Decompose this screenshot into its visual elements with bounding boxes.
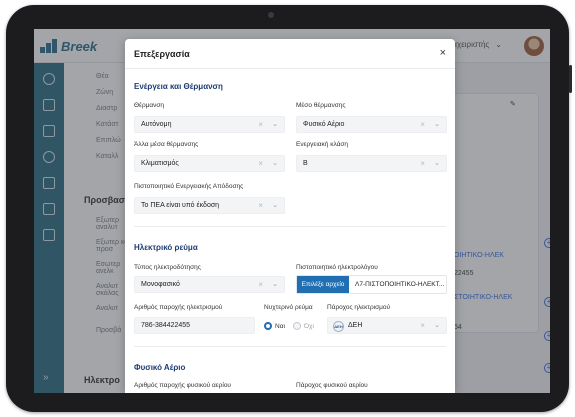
choose-file-button[interactable]: Επιλέξε αρχείο [297,276,349,293]
side-button [569,65,572,93]
supply-type-select[interactable]: Μονοφασικό × ⌄ [134,276,285,293]
night-tariff-label: Νυχτερινό ρεύμα [264,304,313,311]
heating-value: Αυτόνομη [141,121,172,128]
section-divider [134,346,446,347]
heating-medium-select[interactable]: Φυσικό Αέριο × ⌄ [296,116,447,133]
gas-number-label: Αριθμός παροχής φυσικού αερίου [134,382,231,389]
section-title-energy: Ενέργεια και Θέρμανση [134,82,223,91]
chevron-down-icon: ⌄ [272,160,278,167]
supply-type-label: Τύπος ηλεκτροδότησης [134,264,201,271]
clear-icon[interactable]: × [420,321,425,330]
other-heating-value: Κλιματισμός [141,160,179,167]
meter-number-value: 786-384422455 [141,322,191,329]
chevron-down-icon: ⌄ [434,121,440,128]
chevron-down-icon: ⌄ [272,202,278,209]
clear-icon[interactable]: × [420,159,425,168]
close-icon[interactable]: × [440,47,446,59]
radio-checked-icon [264,322,272,330]
electrician-cert-file: Επιλέξε αρχείο Λ7-ΠΙΣΤΟΠΟΙΗΤΙΚΟ-ΗΛΕΚΤ... [296,275,447,294]
chevron-down-icon: ⌄ [272,121,278,128]
gas-provider-label: Πάροχος φυσικού αερίου [296,382,368,389]
screen: Breek Διαχειριστής ⌄ » Θέα Ζώνη Διαστρ Κ… [34,29,550,393]
provider-logo-icon: ΔΕΗ [333,321,344,332]
meter-number-label: Αριθμός παροχής ηλεκτρισμού [134,304,223,311]
section-title-electric: Ηλεκτρικό ρεύμα [134,243,198,252]
camera-dot [268,12,274,18]
radio-unchecked-icon [293,322,301,330]
energy-class-label: Ενεργειακή κλάση [296,141,348,148]
clear-icon[interactable]: × [420,120,425,129]
night-tariff-yes-radio[interactable]: Ναι [264,322,285,330]
clear-icon[interactable]: × [258,280,263,289]
electrician-cert-label: Πιστοποιητικό ηλεκτρολόγου [296,264,378,271]
tablet-frame: Breek Διαχειριστής ⌄ » Θέα Ζώνη Διαστρ Κ… [6,5,572,412]
section-divider [134,226,446,227]
heating-select[interactable]: Αυτόνομη × ⌄ [134,116,285,133]
meter-number-input[interactable]: 786-384422455 [134,317,255,334]
provider-select[interactable]: ΔΕΗ ΔΕΗ × ⌄ [327,317,447,334]
heating-medium-label: Μέσο θέρμανσης [296,102,346,109]
provider-label: Πάροχος ηλεκτρισμού [327,304,391,311]
energy-class-value: B [303,160,308,167]
section-title-gas: Φυσικό Αέριο [134,363,186,372]
chevron-down-icon: ⌄ [434,160,440,167]
modal-title: Επεξεργασία [134,49,190,59]
night-tariff-no-radio[interactable]: Όχι [293,322,314,330]
supply-type-value: Μονοφασικό [141,281,180,288]
heating-label: Θέρμανση [134,102,165,109]
clear-icon[interactable]: × [258,159,263,168]
night-yes-label: Ναι [275,322,285,330]
clear-icon[interactable]: × [258,201,263,210]
edit-modal: Επεξεργασία × Ενέργεια και Θέρμανση Θέρμ… [125,39,455,393]
chevron-down-icon: ⌄ [434,322,440,329]
other-heating-label: Άλλα μέσα θέρμανσης [134,141,199,148]
epc-select[interactable]: Το ΠΕΑ είναι υπό έκδοση × ⌄ [134,197,285,214]
heating-medium-value: Φυσικό Αέριο [303,121,345,128]
provider-value: ΔΕΗ [348,322,363,329]
other-heating-select[interactable]: Κλιματισμός × ⌄ [134,155,285,172]
modal-header: Επεξεργασία × [125,39,455,69]
chevron-down-icon: ⌄ [272,281,278,288]
epc-value: Το ΠΕΑ είναι υπό έκδοση [141,202,220,209]
file-name[interactable]: Λ7-ΠΙΣΤΟΠΟΙΗΤΙΚΟ-ΗΛΕΚΤ... [355,281,444,288]
night-no-label: Όχι [304,322,314,330]
epc-label: Πιστοποιητικό Ενεργειακής Απόδοσης [134,183,244,190]
clear-icon[interactable]: × [258,120,263,129]
energy-class-select[interactable]: B × ⌄ [296,155,447,172]
